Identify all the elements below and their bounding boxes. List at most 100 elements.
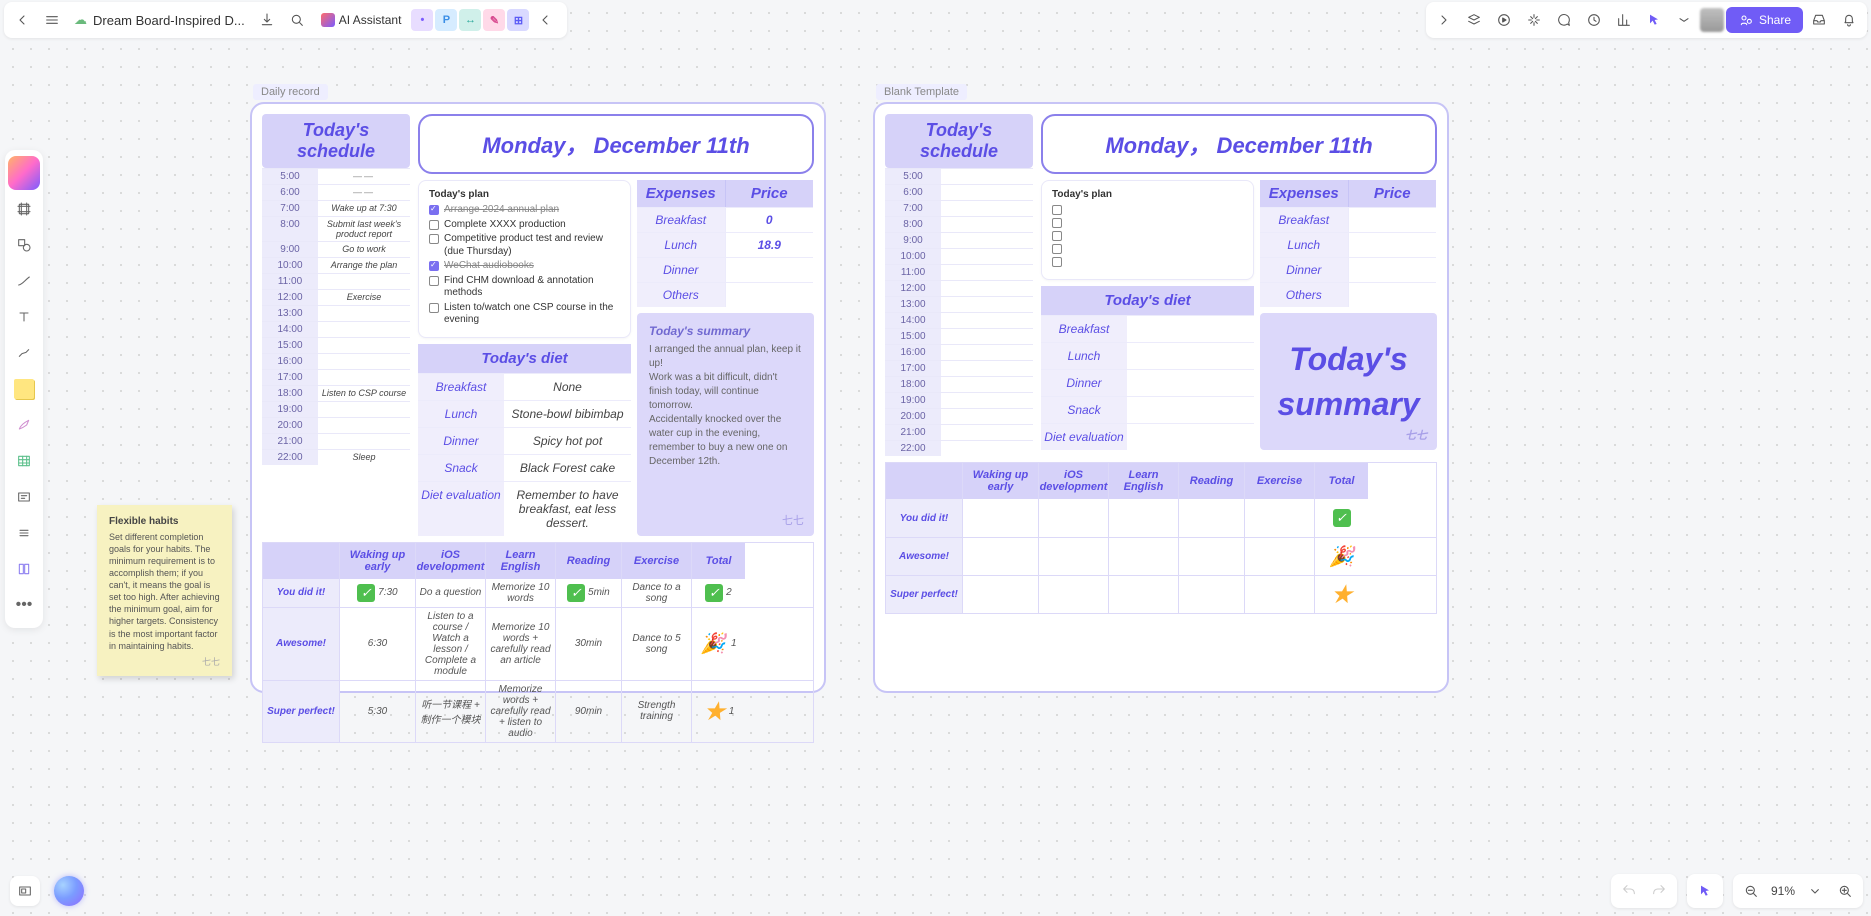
ai-assistant-button[interactable]: AI Assistant <box>313 9 410 31</box>
schedule-task <box>318 370 410 385</box>
schedule-time: 12:00 <box>262 290 318 305</box>
user-avatar[interactable] <box>1700 8 1724 32</box>
search-button[interactable] <box>283 6 311 34</box>
inbox-icon[interactable] <box>1805 6 1833 34</box>
diet-label: Dinner <box>418 428 504 454</box>
expense-value <box>1349 233 1437 257</box>
card-tool[interactable] <box>8 552 40 586</box>
zoom-dropdown[interactable] <box>1801 878 1829 904</box>
comment-icon[interactable] <box>1550 6 1578 34</box>
more-tools[interactable]: ••• <box>8 588 40 622</box>
plan-item-text: Competitive product test and review (due… <box>444 233 620 258</box>
schedule-task <box>318 434 410 449</box>
back-button[interactable] <box>8 6 36 34</box>
schedule-time: 10:00 <box>262 258 318 273</box>
frame-label-left[interactable]: Daily record <box>253 84 328 100</box>
list-tool[interactable] <box>8 516 40 550</box>
bell-icon[interactable] <box>1835 6 1863 34</box>
collapse-avatars-button[interactable] <box>531 6 559 34</box>
collab-avatar-5[interactable]: ⊞ <box>507 9 529 31</box>
layers-icon[interactable] <box>1460 6 1488 34</box>
frame-tool[interactable] <box>8 192 40 226</box>
checkbox-icon[interactable] <box>429 234 439 244</box>
schedule-task: Submit last week's product report <box>318 217 410 241</box>
habit-col-head: Learn English <box>485 543 555 579</box>
collab-avatar-2[interactable]: P <box>435 9 457 31</box>
schedule-task <box>941 377 1033 392</box>
collab-avatar-1[interactable]: • <box>411 9 433 31</box>
date-banner-r: Monday， December 11th <box>1041 114 1437 174</box>
menu-button[interactable] <box>38 6 66 34</box>
sync-icon: ☁ <box>74 12 87 28</box>
checkbox-icon[interactable] <box>429 261 439 271</box>
chart-icon[interactable] <box>1610 6 1638 34</box>
shape-tool[interactable] <box>8 228 40 262</box>
checkbox-icon[interactable] <box>429 303 439 313</box>
diet-value: Stone-bowl bibimbap <box>504 401 631 427</box>
summary-title-r: Today's summary <box>1272 337 1425 427</box>
pen-tool[interactable] <box>8 264 40 298</box>
planner-filled[interactable]: Today's schedule 5:00——6:00——7:00Wake up… <box>250 102 826 693</box>
checkbox-icon[interactable] <box>1052 231 1062 241</box>
schedule-task <box>318 322 410 337</box>
more-icon[interactable] <box>1670 6 1698 34</box>
minimap-button[interactable] <box>10 876 40 906</box>
plan-title-r: Today's plan <box>1052 189 1243 200</box>
checkbox-icon[interactable] <box>1052 218 1062 228</box>
expense-value: 18.9 <box>726 233 814 257</box>
habit-cell <box>1038 499 1108 537</box>
schedule-task: Sleep <box>318 450 410 465</box>
sticky-note-flexible-habits[interactable]: Flexible habits Set different completion… <box>97 505 232 676</box>
app-logo-icon[interactable] <box>8 156 40 190</box>
history-icon[interactable] <box>1580 6 1608 34</box>
ai-orb-button[interactable] <box>54 876 84 906</box>
zoom-level[interactable]: 91% <box>1767 884 1799 898</box>
summary-body: I arranged the annual plan, keep it up! … <box>649 343 802 469</box>
expense-label: Dinner <box>637 258 726 282</box>
checkbox-icon[interactable] <box>429 276 439 286</box>
zoom-out-button[interactable] <box>1737 878 1765 904</box>
sticky-note-tool[interactable] <box>8 372 40 406</box>
text-tool[interactable] <box>8 300 40 334</box>
zoom-in-button[interactable] <box>1831 878 1859 904</box>
redo-button[interactable] <box>1645 878 1673 904</box>
habit-cell <box>1038 576 1108 613</box>
document-title[interactable]: ☁ Dream Board-Inspired D... <box>68 12 251 28</box>
undo-button[interactable] <box>1615 878 1643 904</box>
play-icon[interactable] <box>1490 6 1518 34</box>
expand-icon[interactable] <box>1430 6 1458 34</box>
textbox-tool[interactable] <box>8 480 40 514</box>
table-tool[interactable] <box>8 444 40 478</box>
habit-col-head <box>263 543 339 579</box>
share-button[interactable]: Share <box>1726 7 1803 33</box>
plan-item-text: Complete XXXX production <box>444 219 566 232</box>
diet-label: Lunch <box>1041 343 1127 369</box>
connector-tool[interactable] <box>8 336 40 370</box>
checkbox-icon[interactable] <box>429 220 439 230</box>
pointer-select-icon[interactable] <box>1640 6 1668 34</box>
checkbox-icon[interactable] <box>1052 244 1062 254</box>
schedule-task <box>941 313 1033 328</box>
schedule-task <box>941 185 1033 200</box>
collab-avatar-3[interactable]: ↔ <box>459 9 481 31</box>
diet-label: Diet evaluation <box>1041 424 1127 450</box>
checkbox-icon[interactable] <box>1052 205 1062 215</box>
schedule-task <box>318 402 410 417</box>
frame-label-right[interactable]: Blank Template <box>876 84 967 100</box>
expense-value <box>1349 208 1437 232</box>
habit-cell <box>1108 499 1178 537</box>
sparkle-icon[interactable] <box>1520 6 1548 34</box>
habit-cell: ★ <box>1314 576 1368 613</box>
brush-tool[interactable] <box>8 408 40 442</box>
planner-blank[interactable]: Today's schedule 5:006:007:008:009:0010:… <box>873 102 1449 693</box>
pointer-mode-button[interactable] <box>1691 878 1719 904</box>
diet-label: Breakfast <box>418 374 504 400</box>
checkbox-icon[interactable] <box>429 205 439 215</box>
schedule-task <box>941 329 1033 344</box>
collab-avatar-4[interactable]: ✎ <box>483 9 505 31</box>
diet-value <box>1127 343 1254 369</box>
habit-cell: Strength training <box>621 681 691 742</box>
download-button[interactable] <box>253 6 281 34</box>
checkbox-icon[interactable] <box>1052 257 1062 267</box>
diet-label: Snack <box>418 455 504 481</box>
